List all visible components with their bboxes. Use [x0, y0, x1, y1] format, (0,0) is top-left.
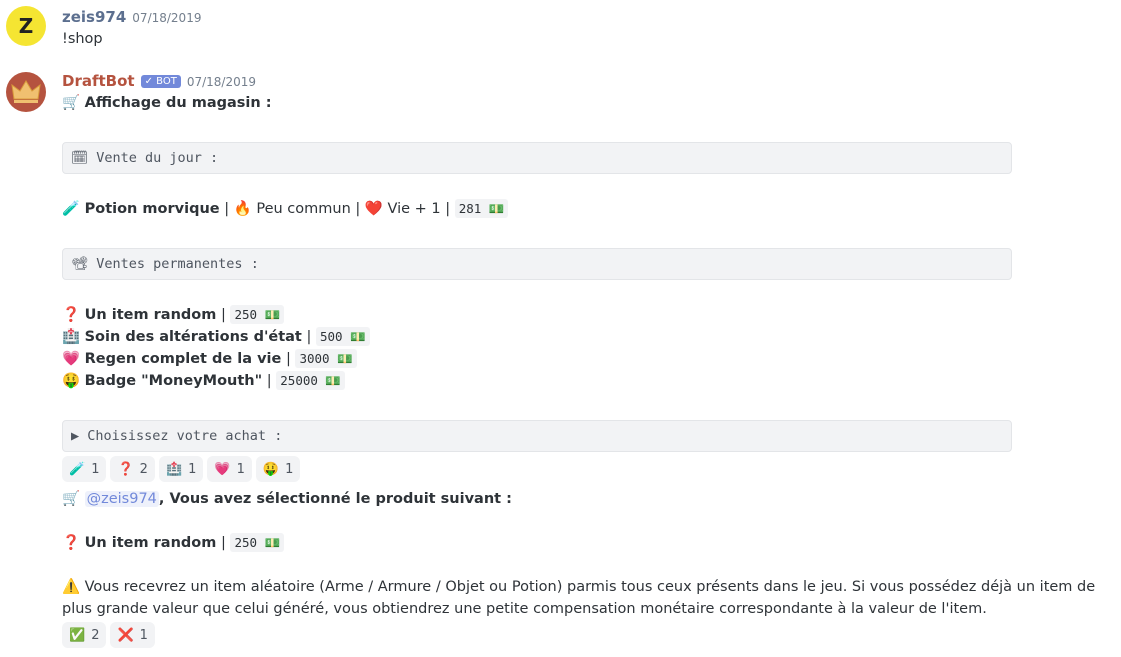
daily-sale-header: 🗓 Vente du jour :: [62, 142, 1012, 174]
reaction-count: 1: [236, 461, 245, 477]
fire-icon: 🔥: [233, 201, 252, 217]
item-effect: Vie + 1: [387, 201, 441, 217]
separator: |: [262, 373, 277, 389]
reaction-money-mouth[interactable]: 🤑 1: [255, 456, 301, 482]
item-name: Un item random: [84, 307, 217, 323]
avatar-draftbot[interactable]: [6, 72, 46, 112]
reaction-check[interactable]: ✅ 2: [62, 622, 107, 648]
hospital-icon: 🏥: [62, 329, 81, 345]
perm-item-row: 💗 Regen complet de la vie | 3000 💵: [62, 348, 357, 370]
reaction-count: 1: [285, 461, 294, 477]
selected-item-row: ❓ Un item random | 250 💵: [62, 532, 285, 554]
item-name: Soin des altérations d'état: [84, 329, 302, 345]
perm-item-row: ❓ Un item random | 250 💵: [62, 304, 285, 326]
separator: |: [301, 329, 316, 345]
separator: |: [281, 351, 296, 367]
money-mouth-icon: 🤑: [262, 461, 280, 477]
heart-pulse-icon: 💗: [214, 461, 231, 477]
reaction-bar: ✅ 2 ❌ 1: [62, 622, 155, 648]
question-icon: ❓: [117, 461, 134, 477]
warning-icon: ⚠️: [62, 579, 81, 595]
item-price: 25000 💵: [276, 371, 345, 390]
check-icon: ✅: [69, 627, 86, 643]
timestamp: 07/18/2019: [186, 75, 256, 89]
permanent-sales-header: 📽 Ventes permanentes :: [62, 248, 1012, 280]
reaction-hospital[interactable]: 🏥 1: [158, 456, 204, 482]
reaction-question[interactable]: ❓ 2: [110, 456, 155, 482]
money-mouth-icon: 🤑: [62, 373, 81, 389]
reaction-count: 1: [139, 627, 148, 643]
crown-icon: [11, 80, 41, 103]
perm-item-row: 🤑 Badge "MoneyMouth" | 25000 💵: [62, 370, 345, 392]
item-price: 3000 💵: [295, 349, 357, 368]
daily-item-row: 🧪 Potion morvique | 🔥 Peu commun | ❤️ Vi…: [62, 198, 509, 220]
heart-pulse-icon: 💗: [62, 351, 81, 367]
potion-icon: 🧪: [62, 201, 81, 217]
item-rarity: Peu commun: [256, 201, 351, 217]
reaction-count: 2: [91, 627, 100, 643]
perm-item-row: 🏥 Soin des altérations d'état | 500 💵: [62, 326, 370, 348]
separator: |: [219, 201, 234, 217]
message-header: DraftBot ✓ BOT 07/18/2019: [62, 72, 256, 90]
message-content: !shop: [62, 31, 103, 47]
selection-message: 🛒 @zeis974, Vous avez sélectionné le pro…: [62, 488, 512, 510]
item-name: Un item random: [84, 535, 217, 551]
username[interactable]: DraftBot: [62, 72, 135, 90]
warning-paragraph: ⚠️ Vous recevrez un item aléatoire (Arme…: [62, 576, 1112, 620]
item-name: Potion morvique: [84, 201, 220, 217]
timestamp: 07/18/2019: [132, 11, 202, 25]
message-header: zeis974 07/18/2019: [62, 8, 201, 26]
separator: |: [440, 201, 455, 217]
shop-title: 🛒 Affichage du magasin :: [62, 92, 272, 114]
item-price: 250 💵: [230, 533, 285, 552]
warning-text: Vous recevrez un item aléatoire (Arme / …: [62, 579, 1096, 617]
reaction-potion[interactable]: 🧪 1: [62, 456, 107, 482]
separator: |: [216, 307, 231, 323]
cart-icon: 🛒: [62, 95, 81, 111]
separator: |: [216, 535, 231, 551]
choose-purchase-header: ▶ Choisissez votre achat :: [62, 420, 1012, 452]
separator: |: [350, 201, 365, 217]
hospital-icon: 🏥: [165, 461, 183, 477]
avatar-letter: Z: [18, 14, 34, 38]
reaction-count: 1: [91, 461, 100, 477]
item-price: 500 💵: [315, 327, 370, 346]
item-name: Regen complet de la vie: [84, 351, 282, 367]
shop-title-text: Affichage du magasin :: [84, 95, 272, 111]
heart-icon: ❤️: [364, 201, 383, 217]
question-icon: ❓: [62, 535, 81, 551]
reaction-heart[interactable]: 💗 1: [207, 456, 252, 482]
item-name: Badge "MoneyMouth": [84, 373, 263, 389]
reaction-count: 2: [139, 461, 148, 477]
avatar-zeis974[interactable]: Z: [6, 6, 46, 46]
reaction-count: 1: [188, 461, 197, 477]
bot-badge: ✓ BOT: [140, 75, 181, 88]
item-price: 281 💵: [454, 199, 509, 218]
username[interactable]: zeis974: [62, 8, 126, 26]
reaction-cross[interactable]: ❌ 1: [110, 622, 155, 648]
user-mention[interactable]: @zeis974: [84, 491, 159, 507]
selection-text: , Vous avez sélectionné le produit suiva…: [158, 491, 512, 507]
cart-icon: 🛒: [62, 491, 81, 507]
item-price: 250 💵: [230, 305, 285, 324]
potion-icon: 🧪: [69, 461, 86, 477]
question-icon: ❓: [62, 307, 81, 323]
reaction-bar: 🧪 1 ❓ 2 🏥 1 💗 1 🤑 1: [62, 456, 301, 482]
cross-icon: ❌: [117, 627, 134, 643]
